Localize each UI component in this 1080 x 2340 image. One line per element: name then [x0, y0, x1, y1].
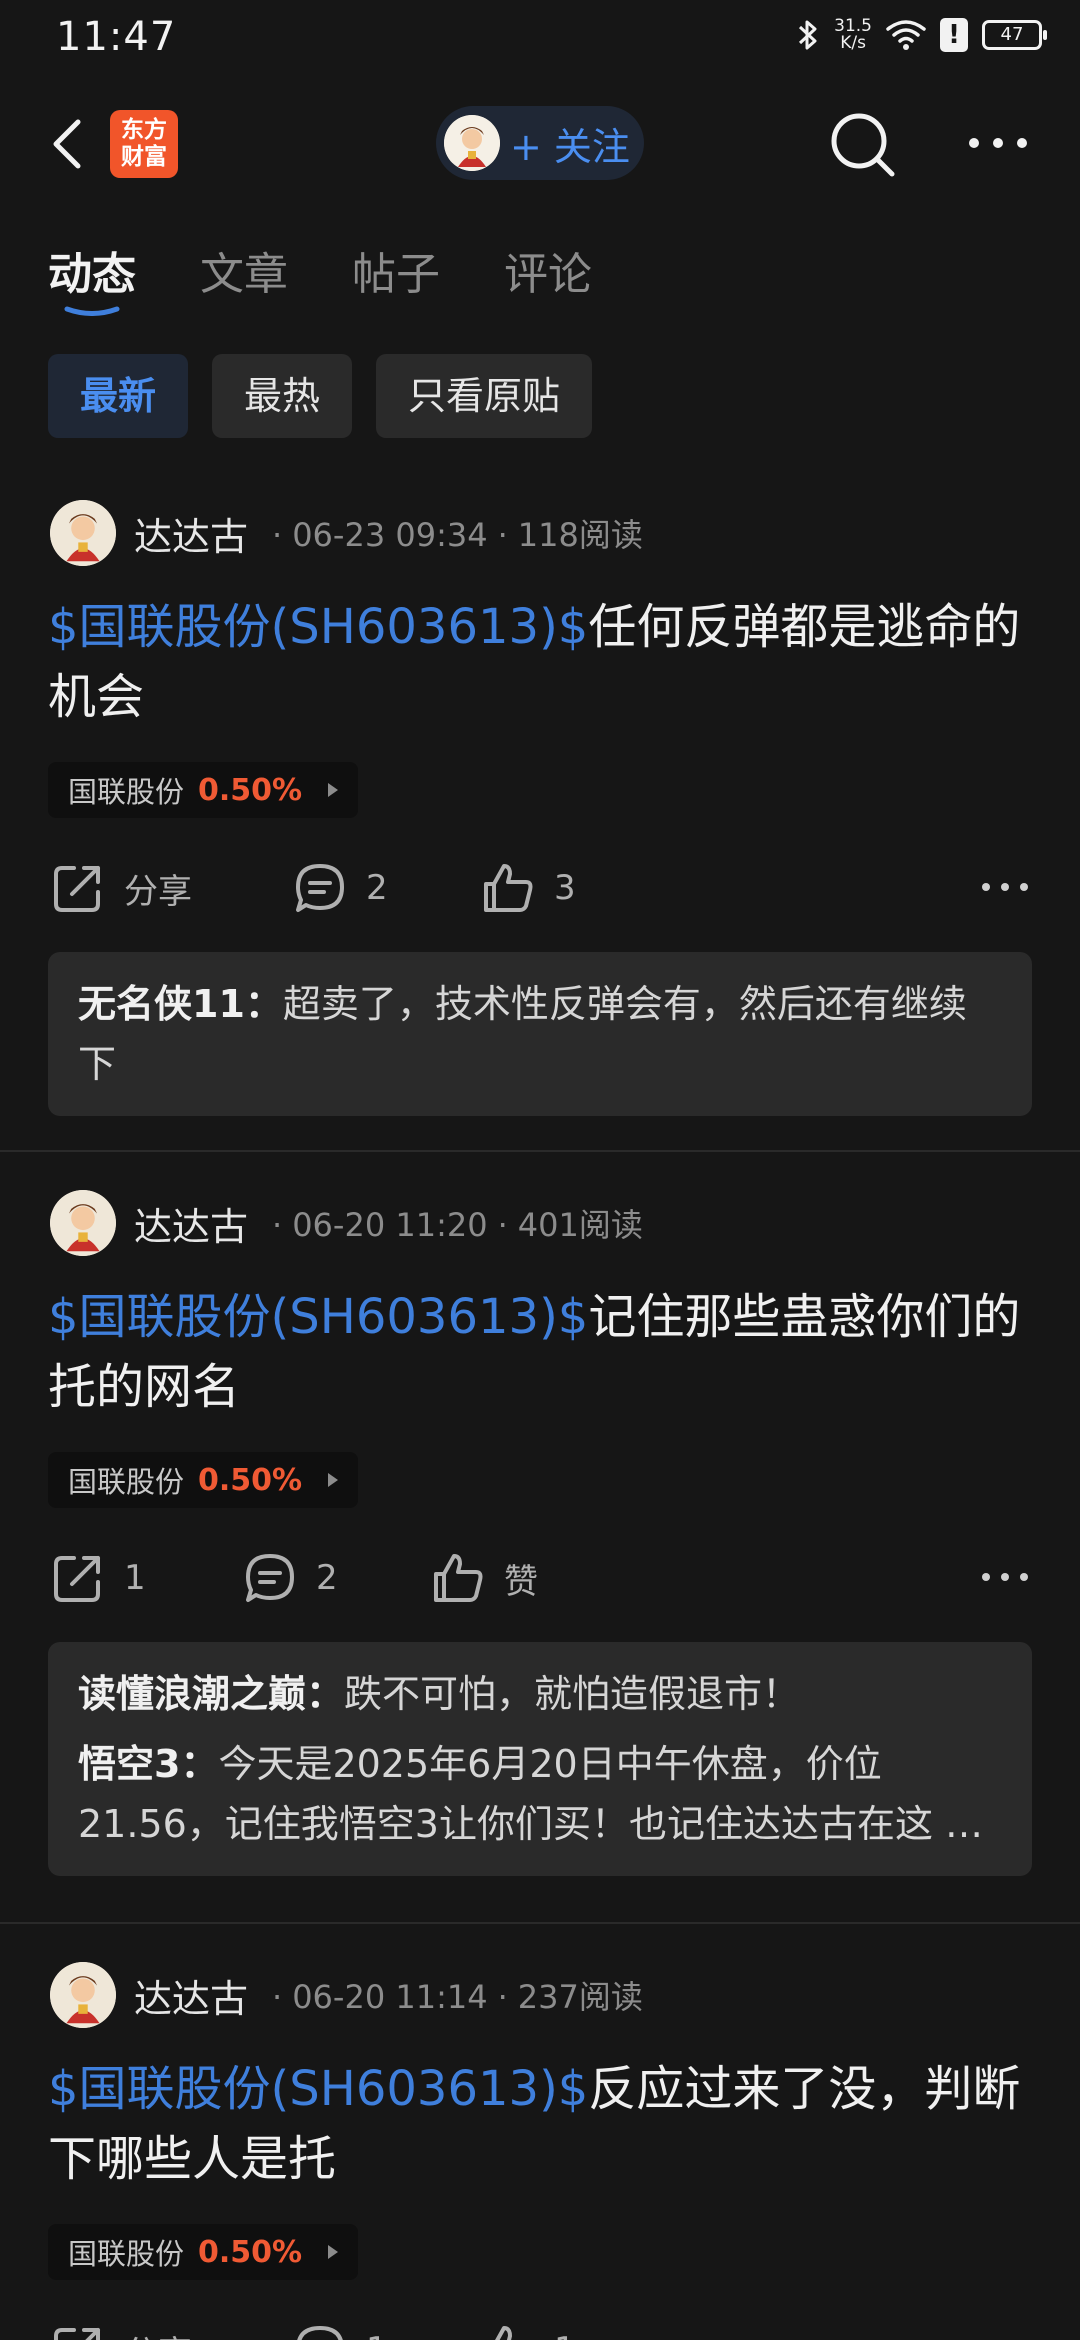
share-icon — [54, 866, 100, 912]
avatar[interactable] — [50, 1962, 116, 2028]
filter-chips: 最新 最热 只看原贴 — [48, 354, 593, 438]
wifi-icon — [886, 20, 926, 50]
tab-active-indicator — [64, 306, 120, 316]
comment-button[interactable]: 2 — [242, 1548, 338, 1608]
comment-icon — [297, 2326, 343, 2340]
chevron-right-icon — [328, 1473, 339, 1487]
search-icon[interactable] — [828, 110, 898, 180]
stock-link[interactable]: $国联股份(SH603613)$ — [48, 599, 588, 655]
action-bar: 分享 2 3 — [50, 858, 1030, 918]
filter-hottest[interactable]: 最热 — [212, 354, 353, 438]
author-row: 达达古 · 06-20 11:14 · 237阅读 — [50, 1962, 643, 2028]
like-button[interactable]: 3 — [480, 858, 576, 918]
stock-tag[interactable]: 国联股份 0.50% — [48, 762, 359, 818]
more-options-icon[interactable] — [980, 872, 1030, 902]
chevron-right-icon — [328, 2245, 339, 2259]
network-speed: 31.5 K/s — [834, 16, 872, 53]
thumbs-up-icon — [484, 864, 533, 912]
avatar[interactable] — [50, 1190, 116, 1256]
comment-button[interactable]: 2 — [292, 858, 388, 918]
author-row: 达达古 · 06-20 11:20 · 401阅读 — [50, 1190, 643, 1256]
nav-bar: 东方 财富 + 关注 — [0, 90, 1080, 200]
tab-comments[interactable]: 评论 — [504, 238, 592, 302]
more-options-icon[interactable] — [966, 128, 1030, 158]
battery-icon: 47 — [982, 20, 1047, 50]
avatar[interactable] — [50, 500, 116, 566]
share-button[interactable]: 分享 — [50, 2320, 192, 2340]
filter-latest[interactable]: 最新 — [48, 354, 189, 438]
tab-bar: 动态 文章 帖子 评论 — [48, 238, 656, 316]
share-icon — [54, 1556, 100, 1602]
stock-link[interactable]: $国联股份(SH603613)$ — [48, 2061, 588, 2117]
status-bar: 11:47 31.5 K/s ! 47 — [0, 0, 1080, 80]
like-button[interactable]: 1 — [480, 2320, 576, 2340]
back-arrow-icon[interactable] — [44, 114, 94, 174]
action-bar: 分享 1 1 — [50, 2320, 1030, 2340]
thumbs-up-icon — [434, 1554, 483, 1602]
comment-item: 悟空3：今天是2025年6月20日中午休盘，价位21.56，记住我悟空3让你们买… — [78, 1742, 984, 1846]
post-meta: · 06-20 11:14 · 237阅读 — [272, 1978, 643, 2016]
bluetooth-icon — [799, 20, 817, 50]
more-options-icon[interactable] — [980, 1562, 1030, 1592]
comment-preview[interactable]: 无名侠11：超卖了，技术性反弹会有，然后还有继续下 — [48, 952, 1032, 1116]
comment-item: 读懂浪潮之巅：跌不可怕，就怕造假退市！ — [78, 1672, 801, 1716]
share-icon — [54, 2328, 100, 2340]
author-name[interactable]: 达达古 — [134, 1196, 248, 1251]
follow-button[interactable]: + 关注 — [436, 106, 644, 180]
follow-label: + 关注 — [510, 124, 630, 169]
tab-activity[interactable]: 动态 — [48, 238, 136, 316]
author-row: 达达古 · 06-23 09:34 · 118阅读 — [50, 500, 643, 566]
stock-change: 0.50% — [198, 2234, 303, 2270]
action-bar: 1 2 赞 — [50, 1548, 1030, 1608]
comment-icon — [296, 864, 344, 912]
post-meta: · 06-20 11:20 · 401阅读 — [272, 1206, 643, 1244]
share-button[interactable]: 1 — [50, 1548, 146, 1608]
share-button[interactable]: 分享 — [50, 858, 192, 918]
divider — [0, 1150, 1080, 1152]
chevron-right-icon — [328, 783, 339, 797]
thumbs-up-icon — [495, 2326, 512, 2340]
avatar — [444, 115, 500, 171]
like-button[interactable]: 赞 — [430, 1548, 538, 1608]
comment-item: 无名侠11：超卖了，技术性反弹会有，然后还有继续下 — [78, 982, 967, 1086]
post-text[interactable]: $国联股份(SH603613)$反应过来了没，判断下哪些人是托 — [48, 2054, 1038, 2194]
tab-posts[interactable]: 帖子 — [352, 238, 440, 302]
stock-tag[interactable]: 国联股份 0.50% — [48, 2224, 359, 2280]
author-name[interactable]: 达达古 — [134, 1968, 248, 2023]
status-icons: 31.5 K/s ! 47 — [796, 16, 1047, 53]
status-time: 11:47 — [56, 14, 177, 60]
stock-tag[interactable]: 国联股份 0.50% — [48, 1452, 359, 1508]
stock-change: 0.50% — [198, 772, 303, 808]
comment-preview[interactable]: 读懂浪潮之巅：跌不可怕，就怕造假退市！ 悟空3：今天是2025年6月20日中午休… — [48, 1642, 1032, 1876]
stock-link[interactable]: $国联股份(SH603613)$ — [48, 1289, 588, 1345]
divider — [0, 1922, 1080, 1924]
comment-button[interactable]: 1 — [292, 2320, 388, 2340]
post-text[interactable]: $国联股份(SH603613)$记住那些蛊惑你们的托的网名 — [48, 1282, 1038, 1422]
filter-original-only[interactable]: 只看原贴 — [376, 354, 593, 438]
post-meta: · 06-23 09:34 · 118阅读 — [272, 516, 643, 554]
author-name[interactable]: 达达古 — [134, 506, 248, 561]
stock-change: 0.50% — [198, 1462, 303, 1498]
alert-icon: ! — [940, 18, 968, 52]
tab-articles[interactable]: 文章 — [200, 238, 288, 302]
app-logo[interactable]: 东方 财富 — [110, 110, 178, 178]
post-text[interactable]: $国联股份(SH603613)$任何反弹都是逃命的机会 — [48, 592, 1038, 732]
comment-icon — [246, 1554, 294, 1602]
